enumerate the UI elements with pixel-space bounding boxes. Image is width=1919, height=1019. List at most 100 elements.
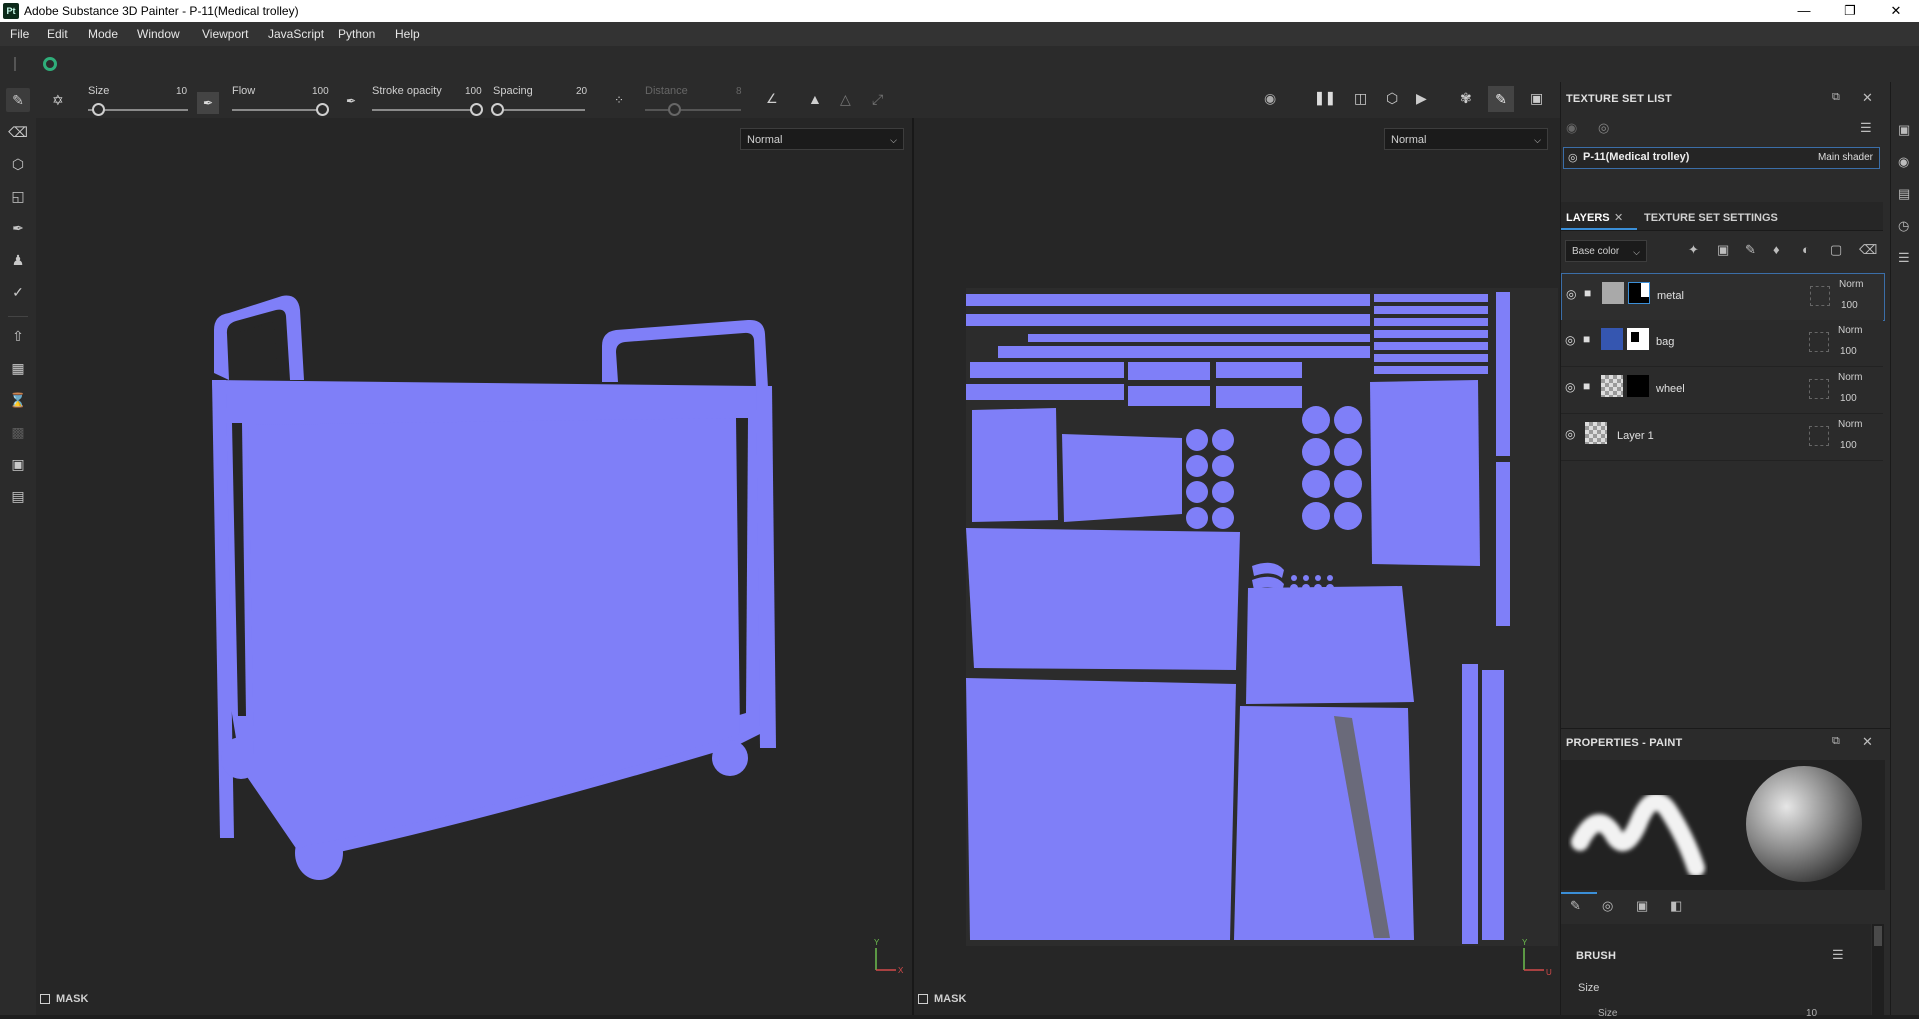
restore-icon[interactable]: ❐ [1827, 0, 1873, 22]
layer-mask-slot[interactable] [1809, 332, 1829, 352]
effects-icon[interactable]: ✾ [1460, 90, 1472, 107]
close-icon[interactable]: ✕ [1873, 0, 1919, 22]
layer-eye-icon[interactable]: ◎ [1565, 427, 1575, 441]
menu-mode[interactable]: Mode [88, 27, 118, 41]
texture-set-row[interactable]: ◎ P-11(Medical trolley) Main shader [1563, 147, 1880, 169]
bake-icon[interactable]: ▦ [6, 356, 30, 380]
split-view-icon[interactable]: ◫ [1354, 90, 1367, 107]
clone-stamp-icon[interactable]: ♟ [6, 248, 30, 272]
layer-name[interactable]: wheel [1656, 383, 1685, 395]
brush-tab-icon[interactable]: ✎ [1570, 898, 1581, 914]
layer-opacity[interactable]: 100 [1840, 440, 1857, 451]
menu-javascript[interactable]: JavaScript [268, 27, 324, 41]
line-angle-icon[interactable]: ∠ [766, 91, 778, 107]
layer-row-layer-1[interactable]: ◎ Layer 1 Norm 100 [1561, 414, 1883, 461]
polygon-fill-icon[interactable]: ◱ [6, 184, 30, 208]
list-menu-icon[interactable]: ☰ [1860, 120, 1872, 136]
layer-mask-slot[interactable] [1810, 286, 1830, 306]
lazy-mouse-icon[interactable]: ⁘ [614, 93, 624, 107]
alpha-tab-icon[interactable]: ◎ [1602, 898, 1613, 914]
display-settings-icon[interactable]: ▣ [1898, 122, 1910, 138]
layer-name[interactable]: Layer 1 [1617, 430, 1654, 442]
cube-view-icon[interactable]: ⬡ [1386, 90, 1398, 107]
menu-python[interactable]: Python [338, 27, 375, 41]
export-icon[interactable]: ⇧ [6, 324, 30, 348]
menu-edit[interactable]: Edit [47, 27, 68, 41]
add-folder-icon[interactable]: ▢ [1830, 242, 1842, 258]
menu-file[interactable]: File [10, 27, 29, 41]
close-panel-icon[interactable]: ✕ [1862, 734, 1873, 750]
sync-status-icon[interactable] [43, 57, 57, 71]
flow-slider-knob[interactable] [316, 103, 329, 116]
layer-mask-thumb[interactable] [1628, 282, 1650, 304]
mesh-icon[interactable]: ▤ [6, 484, 30, 508]
channel-dropdown[interactable]: Base color ⌵ [1565, 240, 1647, 262]
layer-eye-icon[interactable]: ◎ [1565, 333, 1575, 347]
stroke-opacity-slider[interactable] [372, 109, 476, 111]
layer-mask-slot[interactable] [1809, 426, 1829, 446]
viewport-3d[interactable]: Normal ⌵ Y X MASK [36, 118, 912, 1015]
eraser-icon[interactable]: ⌫ [6, 120, 30, 144]
texture-set-icon[interactable]: ▣ [6, 452, 30, 476]
add-mask-icon[interactable]: ▣ [1717, 242, 1729, 258]
brush-preset-icon[interactable]: ✡ [52, 92, 64, 109]
tab-layers[interactable]: LAYERS [1566, 212, 1610, 224]
layer-opacity[interactable]: 100 [1841, 300, 1858, 311]
undock-icon[interactable]: ⧉ [1832, 735, 1840, 748]
layer-blend[interactable]: Norm [1838, 372, 1862, 383]
assets-icon[interactable]: ▤ [1898, 186, 1910, 202]
delete-layer-icon[interactable]: ⌫ [1859, 242, 1877, 258]
spacing-slider[interactable] [495, 109, 585, 111]
layer-mask-thumb[interactable] [1627, 328, 1649, 350]
eye-closed-icon[interactable]: ◉ [1566, 120, 1577, 136]
paint-brush-icon[interactable]: ✎ [6, 88, 30, 112]
history-icon[interactable]: ◷ [1898, 218, 1909, 234]
add-smart-material-icon[interactable]: ◐ [1802, 242, 1810, 257]
color-picker-icon[interactable]: ✓ [6, 280, 30, 304]
brush-menu-icon[interactable]: ☰ [1832, 947, 1844, 963]
folder-icon[interactable]: ■ [1583, 379, 1590, 393]
layer-blend[interactable]: Norm [1839, 279, 1863, 290]
layer-row-wheel[interactable]: ◎ ■ wheel Norm 100 [1561, 367, 1883, 414]
texture-set-shader[interactable]: Main shader [1818, 152, 1873, 163]
minimize-icon[interactable]: — [1781, 0, 1827, 22]
stroke-opacity-slider-knob[interactable] [470, 103, 483, 116]
layer-opacity[interactable]: 100 [1840, 346, 1857, 357]
layer-eye-icon[interactable]: ◎ [1566, 287, 1576, 301]
tab-texture-set-settings[interactable]: TEXTURE SET SETTINGS [1644, 212, 1778, 224]
eye-icon[interactable]: ◎ [1598, 120, 1609, 136]
scrollbar-thumb[interactable] [1874, 926, 1882, 946]
folder-icon[interactable]: ■ [1584, 286, 1591, 300]
layer-name[interactable]: metal [1657, 290, 1684, 302]
paint-mode-icon[interactable]: ✎ [1488, 86, 1514, 112]
mask-checkbox-2d[interactable] [918, 994, 928, 1004]
texture-set-eye-icon[interactable]: ◎ [1568, 151, 1578, 164]
undock-icon[interactable]: ⧉ [1832, 91, 1840, 104]
flow-slider[interactable] [232, 109, 322, 111]
viewport-2d[interactable]: Normal ⌵ Y U MASK [914, 118, 1560, 1015]
layer-blend[interactable]: Norm [1838, 325, 1862, 336]
mask-checkbox-3d[interactable] [40, 994, 50, 1004]
menu-window[interactable]: Window [137, 27, 180, 41]
layer-mask-thumb[interactable] [1627, 375, 1649, 397]
shader-settings-icon[interactable]: ◉ [1898, 154, 1909, 170]
layer-row-metal[interactable]: ◎ ■ metal Norm 100 [1561, 273, 1885, 321]
pen-pressure-icon[interactable]: ✒ [197, 92, 219, 114]
smudge-icon[interactable]: ✒ [6, 216, 30, 240]
hide-icon[interactable]: ◉ [1264, 90, 1276, 107]
symmetry-icon[interactable]: ▲ [808, 91, 822, 107]
menu-help[interactable]: Help [395, 27, 420, 41]
menu-viewport[interactable]: Viewport [202, 27, 248, 41]
properties-scrollbar[interactable] [1872, 924, 1884, 1015]
layer-blend[interactable]: Norm [1838, 419, 1862, 430]
close-tab-icon[interactable]: ✕ [1614, 211, 1623, 224]
add-paint-layer-icon[interactable]: ✎ [1745, 242, 1756, 258]
camera-video-icon[interactable]: ▶ [1416, 90, 1427, 107]
screenshot-camera-icon[interactable]: ▣ [1530, 90, 1543, 107]
stencil-tab-icon[interactable]: ▣ [1636, 898, 1648, 914]
layer-name[interactable]: bag [1656, 336, 1674, 348]
add-effect-icon[interactable]: ✦ [1688, 242, 1699, 258]
material-tab-icon[interactable]: ◧ [1670, 898, 1682, 914]
add-fill-layer-icon[interactable]: ♦ [1773, 242, 1780, 257]
log-icon[interactable]: ☰ [1898, 250, 1910, 266]
